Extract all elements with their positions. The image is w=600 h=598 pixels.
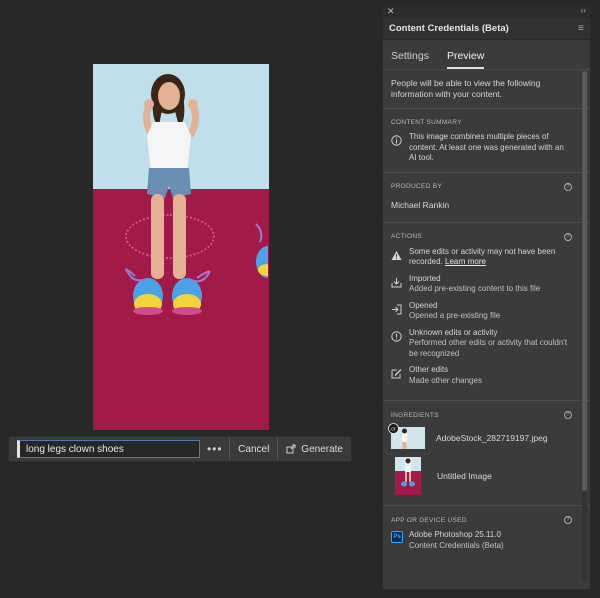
import-icon bbox=[391, 277, 402, 287]
svg-text:cr: cr bbox=[391, 427, 396, 433]
actions-label: ACTIONS bbox=[391, 233, 422, 240]
ingredient-name: AdobeStock_282719197.jpeg bbox=[436, 433, 548, 443]
generative-prompt-bar: ••• Cancel Generate bbox=[8, 436, 352, 462]
panel-title-strip: ✕ ‹‹ bbox=[383, 7, 590, 18]
panel-header: Content Credentials (Beta) ≡ bbox=[383, 18, 590, 40]
action-item: Opened Opened a pre-existing file bbox=[391, 301, 572, 322]
panel-title: Content Credentials (Beta) bbox=[389, 23, 509, 34]
ingredients-label: INGREDIENTS bbox=[391, 411, 439, 419]
app-device-heading: APP OR DEVICE USED ? bbox=[391, 516, 572, 524]
photoshop-app-icon: Ps bbox=[391, 531, 403, 543]
close-panel-icon[interactable]: ✕ bbox=[387, 7, 395, 17]
action-desc: Performed other edits or activity that c… bbox=[409, 338, 568, 358]
content-summary-text: This image combines multiple pieces of c… bbox=[409, 132, 564, 162]
action-item: Unknown edits or activity Performed othe… bbox=[391, 328, 572, 360]
action-desc: Added pre-existing content to this file bbox=[409, 284, 541, 293]
intro-text: People will be able to view the followin… bbox=[391, 78, 541, 99]
app-name: Adobe Photoshop 25.11.0 bbox=[409, 530, 501, 539]
tab-settings[interactable]: Settings bbox=[391, 48, 429, 69]
generate-label: Generate bbox=[301, 443, 343, 455]
cancel-button[interactable]: Cancel bbox=[229, 437, 279, 461]
person-illustration bbox=[125, 74, 211, 315]
divider bbox=[383, 171, 590, 173]
app-device-row: Ps Adobe Photoshop 25.11.0 Content Crede… bbox=[391, 530, 572, 551]
ingredient-item[interactable]: Untitled Image bbox=[395, 457, 572, 495]
open-icon bbox=[392, 304, 402, 314]
alert-circle-icon bbox=[391, 330, 402, 342]
produced-by-heading: PRODUCED BY ? bbox=[391, 182, 572, 191]
app-component: Content Credentials (Beta) bbox=[409, 540, 504, 550]
content-summary-row: This image combines multiple pieces of c… bbox=[391, 132, 572, 164]
learn-more-link[interactable]: Learn more bbox=[445, 257, 486, 266]
help-icon[interactable]: ? bbox=[564, 232, 572, 241]
content-summary-label: CONTENT SUMMARY bbox=[391, 119, 462, 126]
ingredient-thumbnail bbox=[395, 457, 421, 495]
ingredients-heading: INGREDIENTS ? bbox=[391, 411, 572, 419]
panel-tabs: Settings Preview bbox=[383, 48, 590, 70]
content-credentials-panel: ✕ ‹‹ Content Credentials (Beta) ≡ Settin… bbox=[382, 6, 591, 590]
action-title: Other edits bbox=[409, 365, 449, 374]
ingredient-item[interactable]: cr AdobeStock_282719197.jpeg bbox=[388, 423, 572, 449]
generate-icon bbox=[286, 444, 296, 454]
produced-by-label: PRODUCED BY bbox=[391, 183, 442, 190]
action-item: Imported Added pre-existing content to t… bbox=[391, 274, 572, 295]
prompt-input[interactable] bbox=[17, 440, 201, 458]
action-desc: Opened a pre-existing file bbox=[409, 311, 501, 320]
producer-name: Michael Rankin bbox=[391, 199, 450, 210]
more-options-button[interactable]: ••• bbox=[202, 437, 227, 461]
panel-content: People will be able to view the followin… bbox=[383, 78, 590, 551]
panel-menu-icon[interactable]: ≡ bbox=[578, 23, 584, 34]
divider bbox=[383, 400, 590, 401]
tab-preview[interactable]: Preview bbox=[446, 48, 485, 69]
help-icon[interactable]: ? bbox=[564, 516, 572, 524]
divider bbox=[383, 108, 590, 109]
action-title: Unknown edits or activity bbox=[409, 327, 498, 337]
action-desc: Made other changes bbox=[409, 375, 482, 385]
actions-heading: ACTIONS ? bbox=[391, 232, 572, 241]
help-icon[interactable]: ? bbox=[564, 182, 572, 191]
divider bbox=[383, 505, 590, 506]
ingredient-name: Untitled Image bbox=[437, 471, 492, 481]
action-item: Other edits Made other changes bbox=[391, 365, 572, 386]
actions-warning-row: Some edits or activity may not have been… bbox=[391, 247, 572, 268]
canvas-photo bbox=[93, 64, 269, 430]
edit-icon bbox=[391, 369, 402, 379]
content-summary-heading: CONTENT SUMMARY bbox=[391, 119, 572, 126]
warning-icon bbox=[391, 250, 402, 260]
ingredient-thumbnail: cr bbox=[388, 423, 425, 449]
divider bbox=[383, 221, 590, 223]
action-title: Opened bbox=[409, 300, 438, 310]
content-credentials-badge-icon: cr bbox=[388, 423, 399, 434]
action-title: Imported bbox=[409, 273, 441, 283]
info-icon bbox=[391, 135, 402, 146]
generate-button[interactable]: Generate bbox=[278, 437, 351, 461]
collapse-panel-icon[interactable]: ‹‹ bbox=[581, 7, 586, 15]
app-device-label: APP OR DEVICE USED bbox=[391, 516, 467, 524]
partial-shoe-image bbox=[255, 223, 268, 278]
help-icon[interactable]: ? bbox=[564, 411, 572, 419]
scrollbar-thumb[interactable] bbox=[582, 71, 587, 491]
